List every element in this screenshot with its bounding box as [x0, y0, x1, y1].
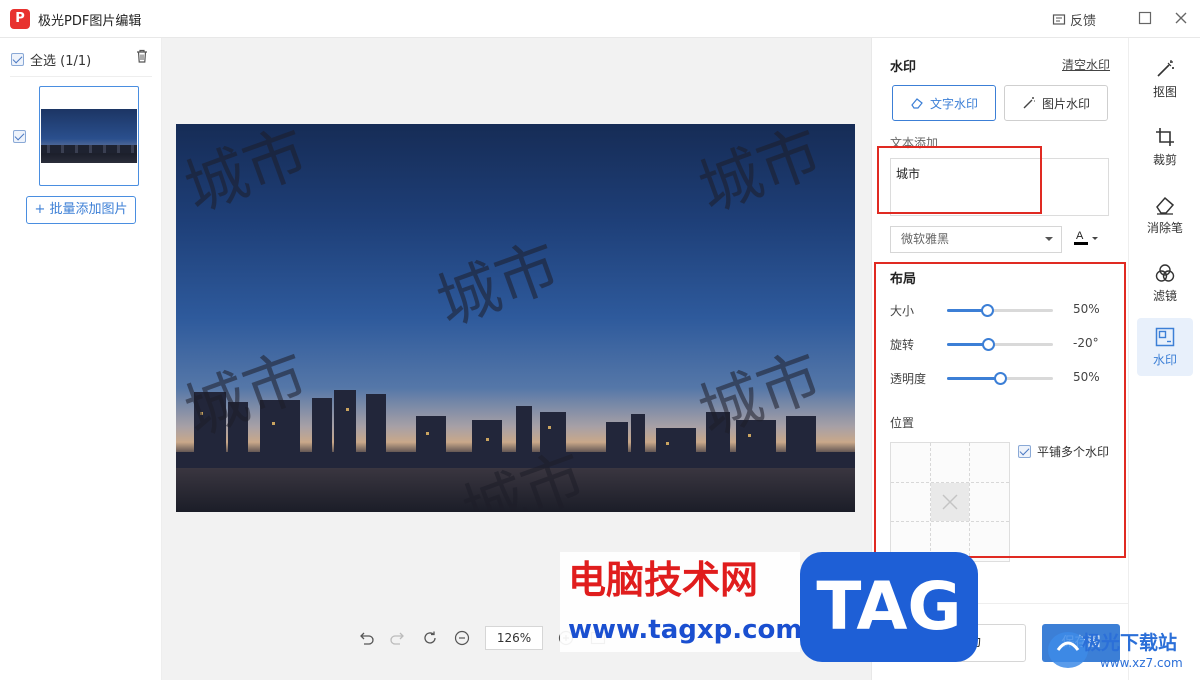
- zoom-level-field[interactable]: 126%: [485, 626, 543, 650]
- trash-icon[interactable]: [134, 48, 150, 64]
- rail-item-watermark[interactable]: 水印: [1137, 318, 1193, 376]
- app-logo: P: [10, 9, 30, 29]
- app-title: 极光PDF图片编辑: [38, 14, 142, 29]
- undo-icon[interactable]: [357, 629, 375, 647]
- redo-icon[interactable]: [389, 629, 407, 647]
- divider: [10, 76, 152, 77]
- rail-label: 消除笔: [1146, 221, 1183, 235]
- rail-label: 滤镜: [1152, 289, 1177, 303]
- preview-image[interactable]: 城市 城市 城市 城市 城市 城市: [176, 124, 855, 512]
- reset-icon[interactable]: [421, 629, 439, 647]
- watermark-text: 城市: [689, 124, 831, 226]
- rail-item-eraser[interactable]: 消除笔: [1137, 186, 1193, 244]
- magic-wand-icon: [1157, 60, 1174, 77]
- tool-rail: 抠图 裁剪 消除笔 滤镜 水印: [1128, 38, 1200, 680]
- rail-label: 水印: [1152, 353, 1177, 367]
- font-color-icon[interactable]: A: [1072, 228, 1102, 250]
- rail-label: 抠图: [1152, 85, 1177, 99]
- download-site-name: 极光下载站: [1082, 632, 1178, 654]
- feedback-label: 反馈: [1070, 14, 1097, 29]
- font-select[interactable]: 微软雅黑: [890, 226, 1062, 253]
- close-icon[interactable]: [1173, 10, 1189, 26]
- batch-add-images-button[interactable]: + 批量添加图片: [26, 196, 136, 224]
- image-watermark-button[interactable]: 图片水印: [1004, 85, 1108, 121]
- site-watermark-url: www.tagxp.com: [560, 608, 802, 652]
- svg-text:A: A: [1076, 230, 1084, 242]
- image-list-panel: 全选 (1/1) + 批量添加图片: [0, 38, 162, 680]
- select-all-checkbox[interactable]: 全选 (1/1): [11, 50, 91, 69]
- image-thumbnail[interactable]: [39, 86, 139, 186]
- site-watermark-cn: 电脑技术网: [560, 552, 800, 608]
- clear-watermark-link[interactable]: 清空水印: [1062, 56, 1110, 73]
- eraser-icon: [911, 98, 923, 109]
- crop-icon: [1156, 128, 1174, 146]
- thumbnail-image: [41, 109, 137, 163]
- thumbnail-checkbox[interactable]: [13, 130, 26, 143]
- highlight-box: [877, 146, 1042, 214]
- watermark-text: 城市: [176, 124, 317, 226]
- eraser-icon: [1156, 196, 1175, 215]
- watermark-icon: [1155, 327, 1175, 347]
- select-all-label: 全选 (1/1): [30, 54, 92, 69]
- magic-wand-icon: [1023, 97, 1035, 109]
- rail-item-cutout[interactable]: 抠图: [1137, 50, 1193, 108]
- rail-item-filter[interactable]: 滤镜: [1137, 254, 1193, 312]
- checkbox-icon: [11, 53, 24, 66]
- rail-label: 裁剪: [1152, 153, 1177, 167]
- watermark-text: 城市: [427, 228, 569, 340]
- text-watermark-label: 文字水印: [929, 96, 978, 111]
- feedback-button[interactable]: 反馈: [1052, 10, 1096, 29]
- title-bar: P 极光PDF图片编辑 反馈: [0, 0, 1200, 38]
- filter-icon: [1155, 264, 1175, 282]
- maximize-icon[interactable]: [1137, 10, 1153, 26]
- tag-logo: TAG: [800, 552, 978, 662]
- download-site-url: www.xz7.com: [1100, 656, 1183, 670]
- panel-title: 水印: [890, 60, 917, 75]
- image-watermark-label: 图片水印: [1041, 96, 1090, 111]
- rail-item-crop[interactable]: 裁剪: [1137, 118, 1193, 176]
- feedback-icon: [1052, 13, 1066, 25]
- highlight-box: [874, 262, 1126, 558]
- zoom-out-icon[interactable]: [453, 629, 471, 647]
- text-watermark-button[interactable]: 文字水印: [892, 85, 996, 121]
